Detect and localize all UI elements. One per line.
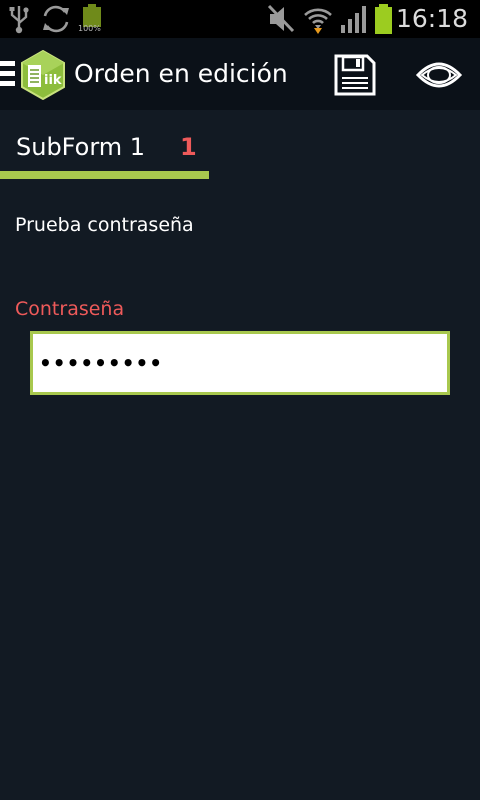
tab-bar: SubForm 1 1 [0, 110, 480, 182]
sync-icon [43, 5, 69, 33]
battery-icon [375, 4, 392, 34]
tab-selected-indicator [0, 171, 209, 179]
tab-subform-1[interactable]: SubForm 1 1 [0, 110, 209, 180]
save-icon[interactable] [334, 54, 376, 96]
tab-label: SubForm 1 [16, 133, 146, 161]
wifi-icon [304, 8, 332, 34]
battery-percent-label: 100% [78, 24, 101, 33]
action-bar: iik Orden en edición [0, 38, 480, 110]
app-logo-icon[interactable]: iik [20, 50, 66, 100]
mute-icon [267, 4, 295, 33]
status-bar: 100% 16:18 [0, 0, 480, 38]
logo-text: iik [44, 73, 62, 88]
menu-icon[interactable] [0, 61, 16, 87]
password-label: Contraseña [15, 298, 125, 320]
page-title: Orden en edición [74, 59, 288, 88]
form-title: Prueba contraseña [15, 214, 194, 236]
signal-icon [341, 6, 366, 33]
usb-icon [9, 6, 29, 34]
tab-error-count: 1 [180, 133, 197, 161]
eye-icon[interactable] [416, 58, 462, 92]
status-time: 16:18 [395, 4, 468, 33]
password-input[interactable] [30, 331, 450, 395]
